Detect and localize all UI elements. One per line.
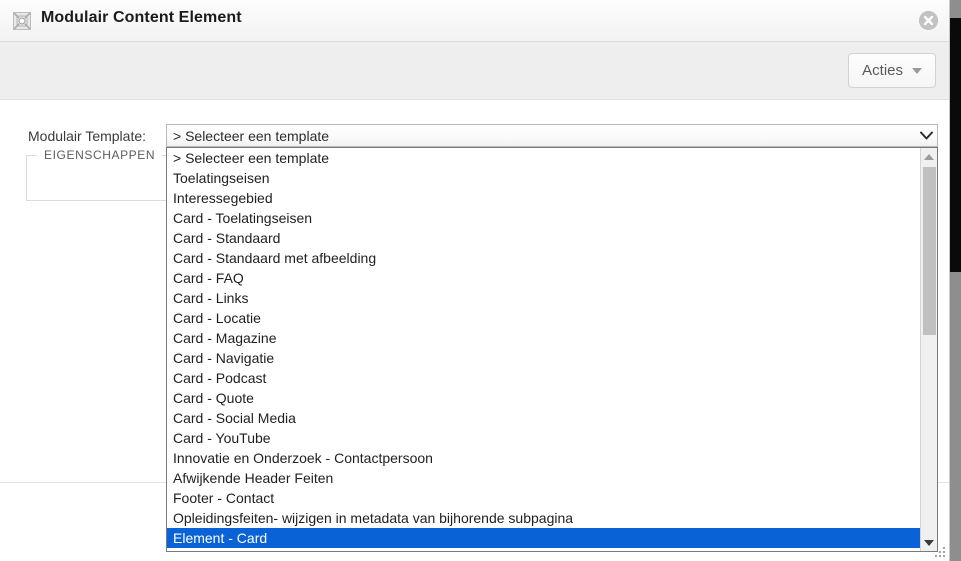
modulair-template-select[interactable]: > Selecteer een template (166, 124, 938, 147)
modal-titlebar: Modulair Content Element (0, 0, 949, 42)
dropdown-option-list[interactable]: > Selecteer een template Toelatingseisen I… (167, 148, 920, 551)
dropdown-option[interactable]: Card - Podcast (167, 368, 920, 388)
dropdown-option[interactable]: Card - Toelatingseisen (167, 208, 920, 228)
page-scrollbar[interactable] (950, 0, 961, 561)
eigenschappen-legend: EIGENSCHAPPEN (37, 148, 163, 162)
modulair-template-select-value: > Selecteer een template (173, 127, 330, 144)
dropdown-option[interactable]: Card - FAQ (167, 268, 920, 288)
modulair-template-label: Modulair Template: (28, 128, 147, 144)
dropdown-option[interactable]: Opleidingsfeiten- wijzigen in metadata v… (167, 508, 920, 528)
chevron-down-icon (915, 131, 937, 140)
dropdown-option[interactable]: Card - Magazine (167, 328, 920, 348)
dropdown-option[interactable]: Card - Navigatie (167, 348, 920, 368)
dropdown-option[interactable]: Card - Standaard met afbeelding (167, 248, 920, 268)
dropdown-option[interactable]: Card - YouTube (167, 428, 920, 448)
screen: Modulair Content Element Acties EIGENSCH… (0, 0, 961, 561)
dropdown-option[interactable]: Card - Social Media (167, 408, 920, 428)
dropdown-option[interactable]: Card - Quote (167, 388, 920, 408)
modal-toolbar: Acties (0, 42, 949, 100)
triangle-down-icon[interactable] (921, 534, 937, 551)
modulair-template-dropdown[interactable]: > Selecteer een template Toelatingseisen I… (166, 147, 938, 552)
dropdown-option[interactable]: > Selecteer een template (167, 148, 920, 168)
caret-down-icon (912, 67, 922, 74)
dropdown-option[interactable]: Card - Standaard (167, 228, 920, 248)
modal-dialog: Modulair Content Element Acties EIGENSCH… (0, 0, 950, 561)
dropdown-option[interactable]: Element - Card (167, 528, 920, 548)
dropdown-option[interactable]: Card - Links (167, 288, 920, 308)
dropdown-option[interactable]: Card - Locatie (167, 308, 920, 328)
dropdown-option[interactable]: Interessegebied (167, 188, 920, 208)
dropdown-option[interactable]: Afwijkende Header Feiten (167, 468, 920, 488)
page-scrollbar-thumb[interactable] (950, 18, 961, 272)
acties-button-label: Acties (862, 62, 903, 79)
modal-title: Modulair Content Element (41, 9, 242, 26)
dropdown-option[interactable]: Footer - Contact (167, 488, 920, 508)
triangle-up-icon[interactable] (921, 148, 937, 165)
close-icon[interactable] (919, 11, 938, 30)
dropdown-scrollbar[interactable] (920, 148, 937, 551)
content-element-icon (13, 12, 31, 30)
dropdown-option[interactable]: Toelatingseisen (167, 168, 920, 188)
dropdown-scrollbar-thumb[interactable] (923, 167, 936, 335)
acties-button[interactable]: Acties (848, 53, 936, 88)
dropdown-option[interactable]: Innovatie en Onderzoek - Contactpersoon (167, 448, 920, 468)
